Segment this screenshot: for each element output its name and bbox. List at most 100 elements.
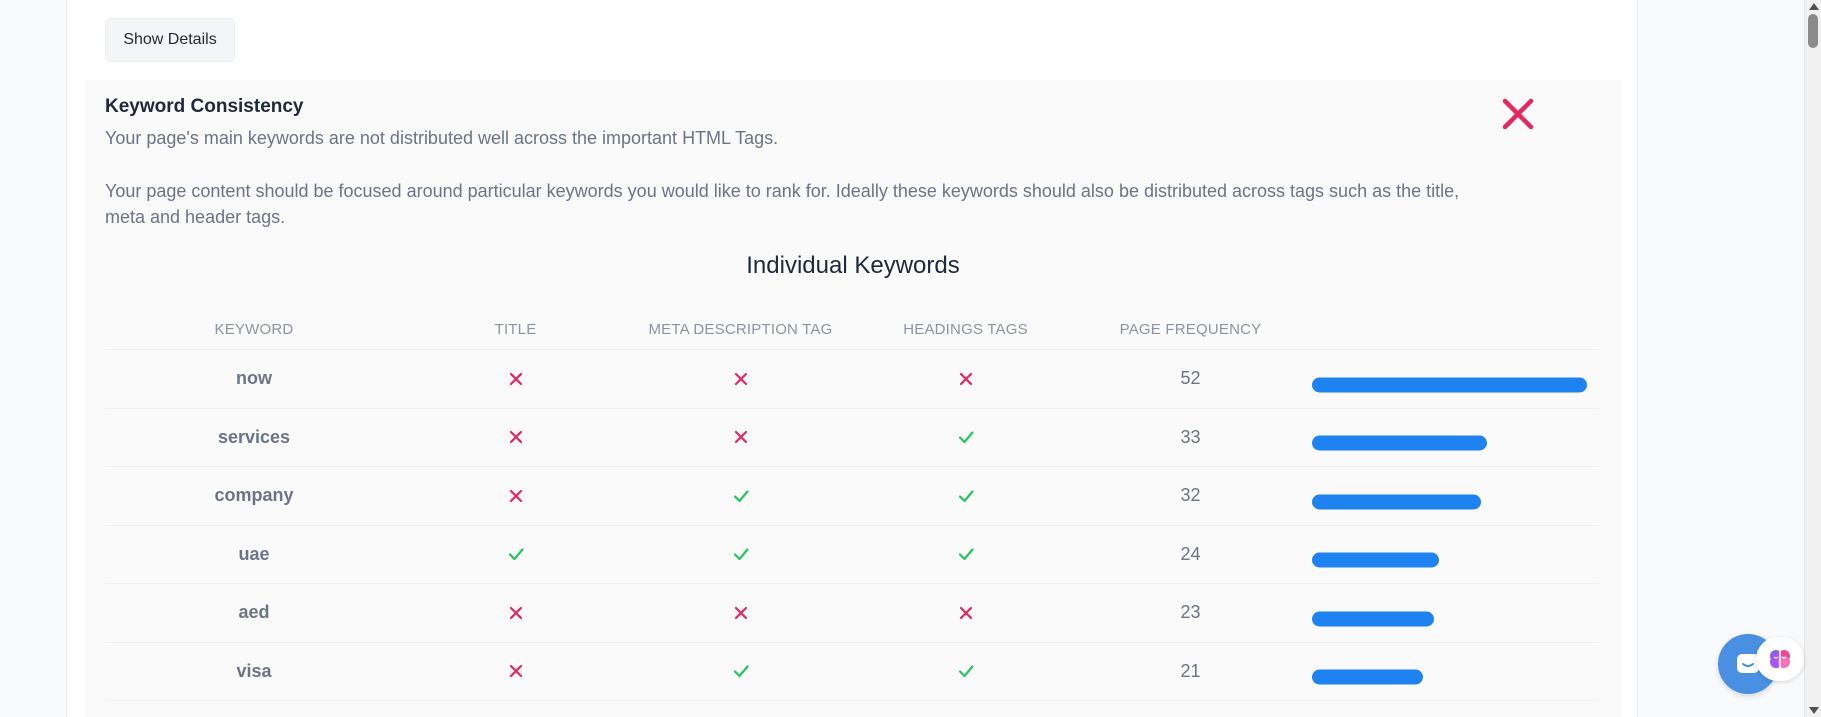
meta-status xyxy=(628,370,853,388)
check-icon xyxy=(957,662,975,679)
table-row: services 33 xyxy=(105,409,1599,467)
table-body: now 52 services 33 company 32 uae 24 aed 23 visa 21 xyxy=(105,350,1599,701)
check-icon xyxy=(507,545,525,562)
frequency-bar-cell xyxy=(1303,643,1599,701)
check-icon xyxy=(957,428,975,445)
keyword-cell: uae xyxy=(105,544,403,565)
scrollbar[interactable] xyxy=(1804,0,1821,717)
meta-status xyxy=(628,545,853,563)
frequency-text: 32 xyxy=(1180,485,1201,506)
frequency-cell: 24 xyxy=(1078,544,1303,565)
meta-status xyxy=(628,428,853,446)
scroll-up-arrow-icon[interactable] xyxy=(1809,3,1819,10)
cross-icon xyxy=(732,428,750,445)
cross-icon xyxy=(507,604,525,621)
header-meta-description: META DESCRIPTION TAG xyxy=(648,321,833,338)
table-title: Individual Keywords xyxy=(746,252,960,279)
title-status xyxy=(403,428,628,446)
header-bar xyxy=(1303,310,1599,349)
cross-icon xyxy=(957,370,975,387)
table-row: company 32 xyxy=(105,467,1599,526)
title-status xyxy=(403,545,628,563)
frequency-bar-cell xyxy=(1303,526,1599,584)
frequency-cell: 32 xyxy=(1078,485,1303,506)
frequency-bar xyxy=(1312,494,1482,510)
cross-icon xyxy=(507,428,525,445)
frequency-bar xyxy=(1312,552,1440,568)
check-icon xyxy=(957,487,975,504)
check-icon xyxy=(732,662,750,679)
keyword-cell: aed xyxy=(105,602,403,623)
scroll-down-arrow-icon[interactable] xyxy=(1809,707,1819,714)
headings-status xyxy=(853,428,1078,446)
section-title: Keyword Consistency xyxy=(105,96,304,117)
keyword-cell: services xyxy=(105,427,403,448)
title-status xyxy=(403,370,628,388)
keywords-table: KEYWORD TITLE META DESCRIPTION TAG HEADI… xyxy=(105,310,1599,701)
header-page-frequency: PAGE FREQUENCY xyxy=(1119,321,1262,338)
title-status xyxy=(403,662,628,680)
meta-status xyxy=(628,487,853,505)
frequency-text: 52 xyxy=(1180,368,1201,389)
section-description: Your page content should be focused arou… xyxy=(105,181,1460,227)
table-row: uae 24 xyxy=(105,526,1599,584)
keyword-cell: visa xyxy=(105,661,403,682)
show-details-button[interactable]: Show Details xyxy=(105,18,235,62)
keyword-cell: now xyxy=(105,368,403,389)
frequency-text: 24 xyxy=(1180,543,1201,564)
frequency-cell: 52 xyxy=(1078,368,1303,389)
frequency-bar xyxy=(1312,435,1487,451)
meta-status xyxy=(628,662,853,680)
cross-icon xyxy=(732,604,750,621)
check-icon xyxy=(957,545,975,562)
title-status xyxy=(403,604,628,622)
keyword-cell: company xyxy=(105,485,403,506)
cross-icon xyxy=(732,370,750,387)
frequency-bar-track xyxy=(1312,669,1587,685)
frequency-bar-track xyxy=(1312,377,1587,393)
frequency-bar xyxy=(1312,611,1434,627)
cross-icon xyxy=(507,662,525,679)
frequency-bar-cell xyxy=(1303,350,1599,408)
headings-status xyxy=(853,545,1078,563)
frequency-bar-track xyxy=(1312,494,1587,510)
cross-icon xyxy=(957,604,975,621)
frequency-bar-track xyxy=(1312,435,1587,451)
header-title: TITLE xyxy=(494,321,537,338)
scroll-thumb[interactable] xyxy=(1808,14,1818,48)
header-keyword: KEYWORD xyxy=(214,321,294,338)
cross-icon xyxy=(507,370,525,387)
frequency-text: 21 xyxy=(1180,660,1201,681)
frequency-text: 23 xyxy=(1180,602,1201,623)
keyword-text: visa xyxy=(236,660,272,681)
frequency-bar-cell xyxy=(1303,584,1599,642)
headings-status xyxy=(853,370,1078,388)
cross-icon xyxy=(507,487,525,504)
table-row: aed 23 xyxy=(105,584,1599,643)
keyword-text: aed xyxy=(238,602,270,623)
section-summary: Your page's main keywords are not distri… xyxy=(105,128,779,148)
frequency-bar-cell xyxy=(1303,409,1599,467)
frequency-cell: 33 xyxy=(1078,427,1303,448)
title-status xyxy=(403,487,628,505)
frequency-bar-cell xyxy=(1303,467,1599,525)
keyword-text: now xyxy=(236,368,272,389)
frequency-cell: 21 xyxy=(1078,661,1303,682)
table-row: now 52 xyxy=(105,350,1599,409)
headings-status xyxy=(853,487,1078,505)
frequency-bar xyxy=(1312,377,1587,393)
check-icon xyxy=(732,487,750,504)
keyword-text: services xyxy=(217,426,291,447)
fail-x-icon xyxy=(1502,98,1534,130)
keyword-text: uae xyxy=(238,543,270,564)
header-headings: HEADINGS TAGS xyxy=(903,321,1028,338)
table-header-row: KEYWORD TITLE META DESCRIPTION TAG HEADI… xyxy=(105,310,1599,350)
check-icon xyxy=(732,545,750,562)
frequency-bar-track xyxy=(1312,611,1587,627)
frequency-bar-track xyxy=(1312,552,1587,568)
ai-assistant-button[interactable] xyxy=(1756,637,1804,681)
headings-status xyxy=(853,604,1078,622)
brain-icon xyxy=(1770,650,1790,668)
frequency-bar xyxy=(1312,669,1424,685)
frequency-cell: 23 xyxy=(1078,602,1303,623)
